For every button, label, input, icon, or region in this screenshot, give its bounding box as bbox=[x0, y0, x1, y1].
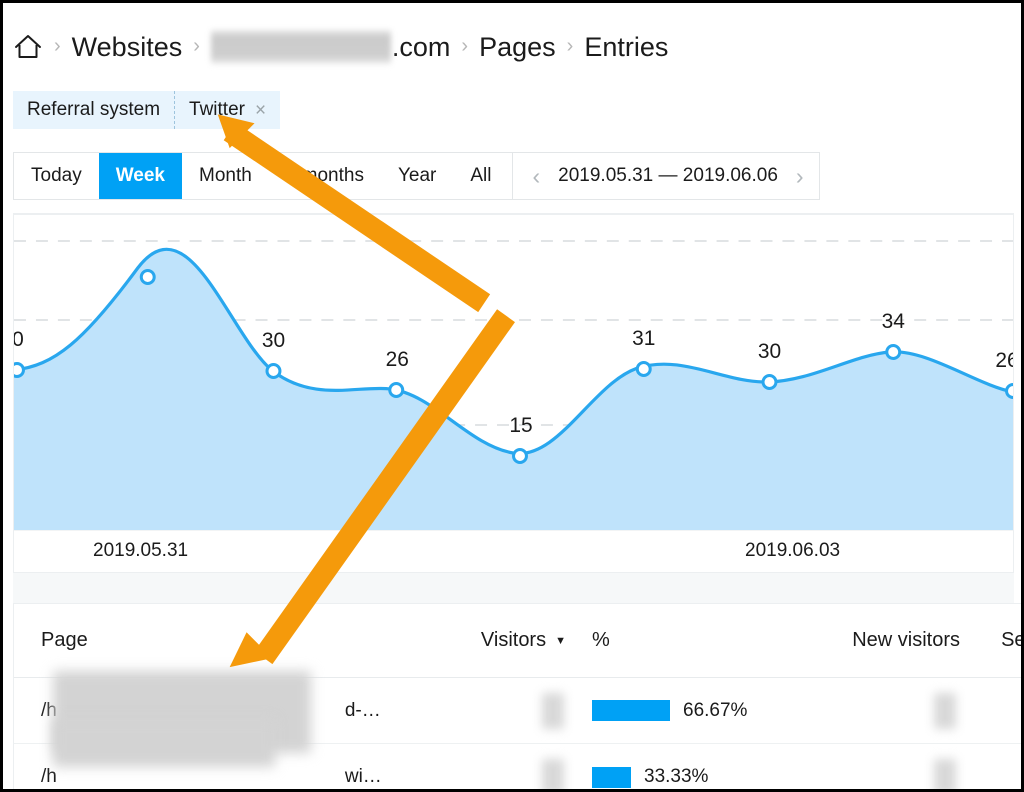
column-header-percent[interactable]: % bbox=[592, 629, 610, 652]
period-button-week[interactable]: Week bbox=[98, 153, 182, 199]
chart-point-label: 0 bbox=[14, 328, 24, 351]
column-header-sessions[interactable]: Sessi bbox=[1001, 629, 1021, 652]
x-axis-tick-label: 2019.05.31 bbox=[93, 540, 189, 561]
sort-descending-icon: ▼ bbox=[555, 635, 566, 647]
visitors-chart-panel: 0 30 26 15 31 30 34 26 2019.05.31 2019.0… bbox=[13, 213, 1014, 573]
column-header-page[interactable]: Page bbox=[41, 629, 88, 651]
column-header-visitors-label: Visitors bbox=[480, 629, 547, 651]
chevron-right-icon[interactable]: › bbox=[794, 164, 806, 188]
new-visitors-value-redacted bbox=[934, 759, 956, 789]
chart-point-label: 26 bbox=[995, 349, 1013, 372]
filter-chip-label: Referral system bbox=[27, 99, 161, 120]
period-button-today[interactable]: Today bbox=[14, 153, 99, 199]
breadcrumb-domain-tld: .com bbox=[391, 31, 451, 62]
chart-point-label: 30 bbox=[262, 329, 285, 352]
visitors-area-chart[interactable]: 0 30 26 15 31 30 34 26 bbox=[14, 213, 1013, 531]
chart-x-axis: 2019.05.31 2019.06.03 bbox=[14, 530, 1013, 572]
table-header-row: Page Visitors ▼ % New visitors Sessi bbox=[14, 604, 1021, 678]
redacted-page-url-2 bbox=[53, 719, 275, 767]
analytics-page: › Websites › .com › Pages › Entries Refe… bbox=[0, 0, 1024, 792]
percent-label: 66.67% bbox=[683, 699, 748, 721]
period-button-3-months[interactable]: 3 months bbox=[268, 153, 381, 199]
date-range-nav: ‹ 2019.05.31 — 2019.06.06 › bbox=[517, 153, 818, 199]
breadcrumb-separator-1: › bbox=[54, 35, 61, 57]
active-filters-bar: Referral system Twitter × bbox=[13, 91, 281, 129]
visitors-value-redacted bbox=[542, 692, 564, 729]
percent-label: 33.33% bbox=[644, 766, 709, 787]
period-button-all[interactable]: All bbox=[453, 153, 509, 199]
period-divider bbox=[512, 153, 514, 199]
chart-area-fill bbox=[14, 249, 1013, 531]
page-url-cell[interactable]: /h wi… bbox=[41, 766, 382, 788]
breadcrumb-item-websites[interactable]: Websites bbox=[72, 32, 183, 63]
period-button-year[interactable]: Year bbox=[380, 153, 454, 199]
chevron-left-icon[interactable]: ‹ bbox=[530, 164, 542, 188]
period-button-month[interactable]: Month bbox=[182, 153, 269, 199]
page-url-suffix: wi… bbox=[344, 766, 382, 787]
filter-chip-twitter[interactable]: Twitter × bbox=[174, 91, 281, 129]
period-selector: Today Week Month 3 months Year All ‹ 201… bbox=[13, 152, 820, 200]
breadcrumb-separator-3: › bbox=[461, 35, 469, 57]
breadcrumb-separator-2: › bbox=[193, 35, 200, 57]
home-icon[interactable] bbox=[13, 32, 43, 62]
chart-point-label: 30 bbox=[758, 340, 781, 363]
page-url-suffix: d-… bbox=[344, 699, 381, 721]
chart-point-label: 15 bbox=[509, 414, 532, 437]
new-visitors-value-redacted bbox=[934, 692, 956, 729]
x-axis-tick-label: 2019.06.03 bbox=[745, 540, 841, 561]
chart-point-label: 31 bbox=[632, 327, 655, 350]
page-url-prefix: /h bbox=[41, 766, 57, 787]
breadcrumb: › Websites › .com › Pages › Entries bbox=[13, 17, 668, 77]
column-header-new-visitors[interactable]: New visitors bbox=[852, 629, 960, 651]
redacted-domain-name bbox=[210, 30, 391, 64]
column-header-visitors[interactable]: Visitors ▼ bbox=[481, 629, 566, 652]
chart-point-label: 34 bbox=[882, 310, 906, 333]
breadcrumb-separator-4: › bbox=[566, 35, 574, 57]
filter-chip-referral-system[interactable]: Referral system bbox=[13, 91, 175, 129]
breadcrumb-item-entries[interactable]: Entries bbox=[584, 32, 668, 63]
chart-point-label: 26 bbox=[386, 348, 409, 371]
panel-spacer bbox=[13, 573, 1014, 603]
breadcrumb-item-domain[interactable]: .com bbox=[210, 30, 451, 64]
close-icon[interactable]: × bbox=[255, 101, 266, 120]
filter-chip-label: Twitter bbox=[189, 99, 245, 120]
breadcrumb-item-pages[interactable]: Pages bbox=[479, 32, 556, 63]
percent-bar bbox=[592, 700, 670, 721]
percent-bar bbox=[592, 766, 631, 788]
date-range-label[interactable]: 2019.05.31 — 2019.06.06 bbox=[558, 165, 778, 187]
visitors-value-redacted bbox=[542, 759, 564, 789]
